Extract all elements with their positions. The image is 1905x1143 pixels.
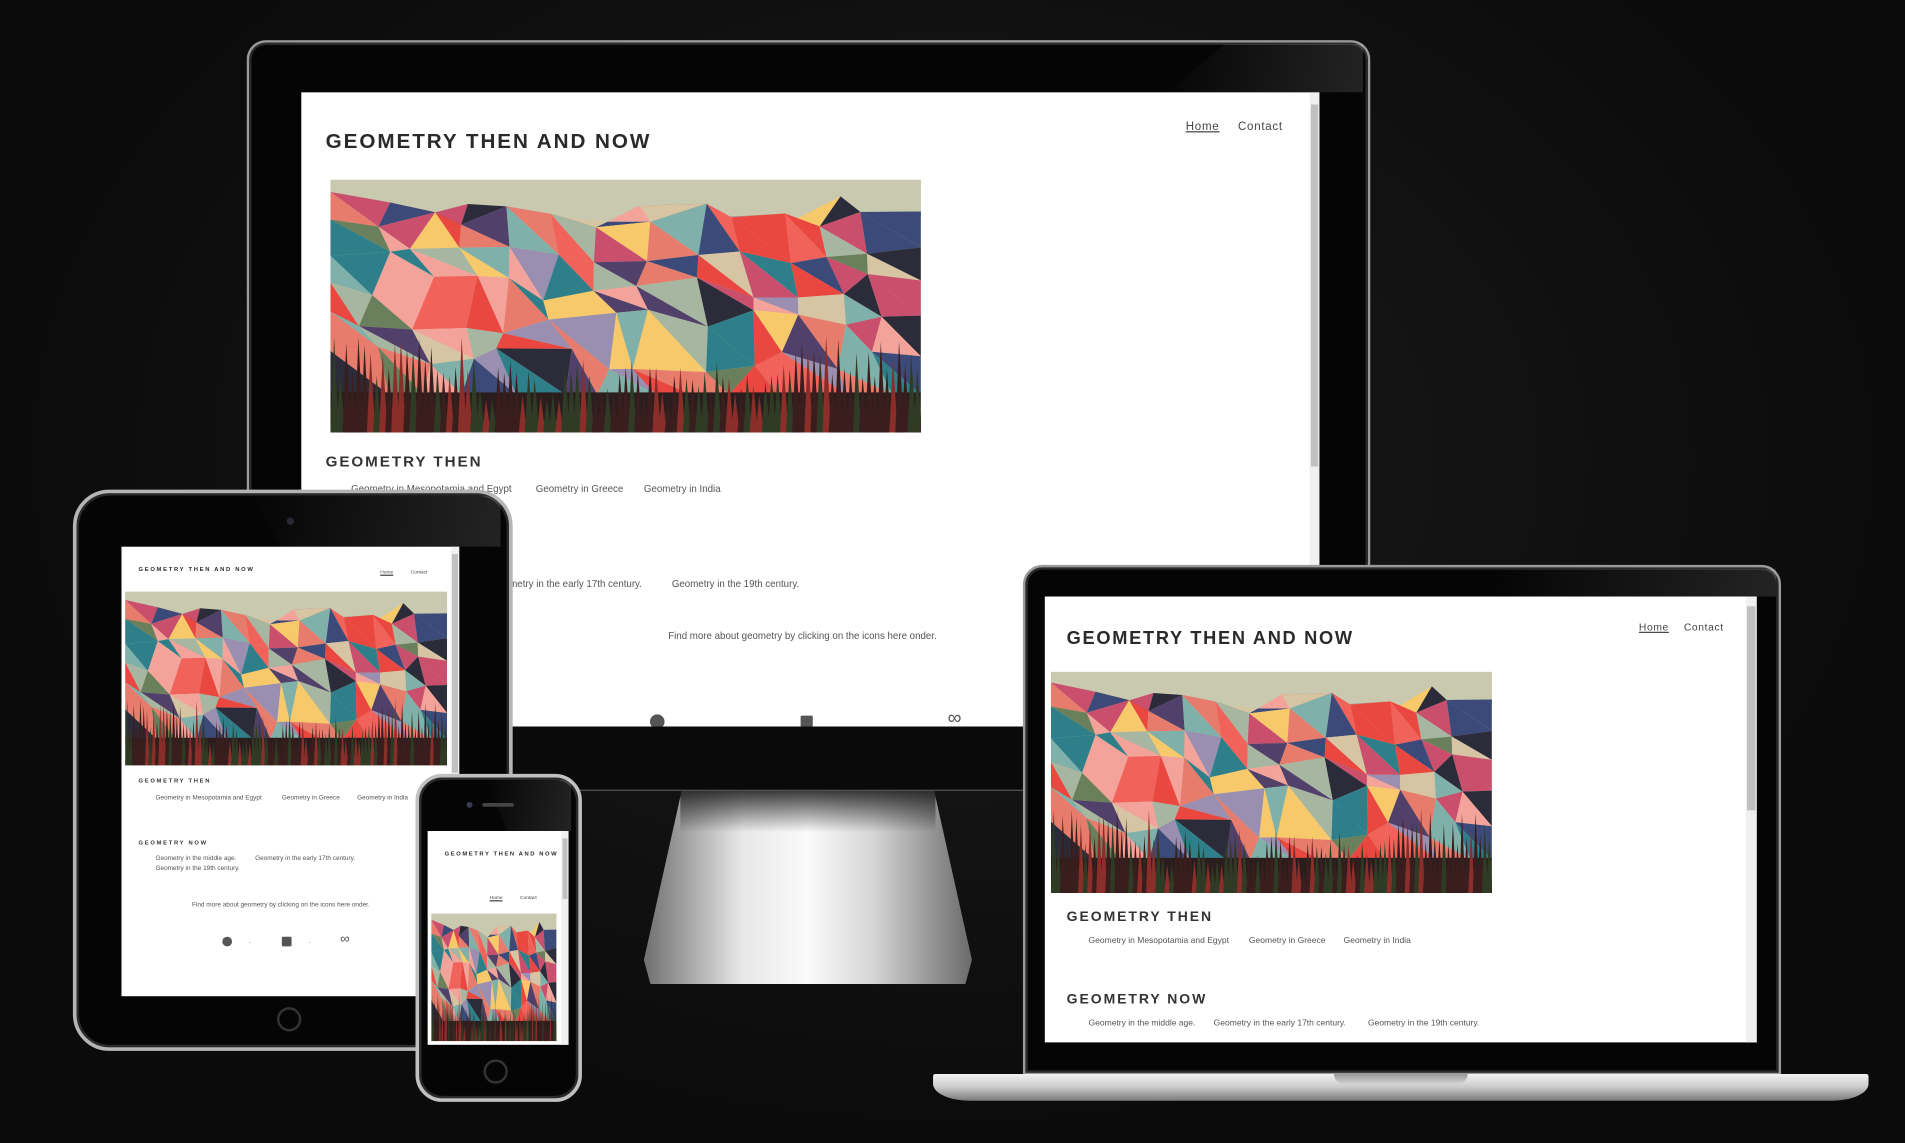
footer-text: Find more about geometry by clicking on … — [191, 901, 370, 909]
site-title[interactable]: GEOMETRY THEN AND NOW — [445, 852, 559, 858]
nav-contact-link[interactable]: Contact — [1238, 120, 1283, 133]
now-link-19th[interactable]: Geometry in the 19th century. — [672, 578, 799, 589]
nav-home-link[interactable]: Home — [490, 894, 503, 900]
site-title[interactable]: GEOMETRY THEN AND NOW — [138, 567, 254, 573]
tablet-home-button[interactable] — [276, 1007, 302, 1032]
infinity-icon[interactable]: ∞ — [340, 932, 350, 946]
laptop-screen: GEOMETRY THEN AND NOW Home Contact GEOME… — [1044, 596, 1757, 1043]
geometry-now-heading: GEOMETRY NOW — [138, 840, 208, 847]
now-link-17th[interactable]: Geometry in the early 17th century. — [491, 578, 642, 589]
tablet-screen: GEOMETRY THEN AND NOW Home Contact GEOME… — [121, 546, 460, 997]
hero-painting — [330, 179, 921, 433]
nav-home-link[interactable]: Home — [1186, 120, 1220, 133]
hero-painting — [431, 913, 557, 1042]
separator-dot: . — [249, 937, 252, 946]
now-link-middle-age[interactable]: Geometry in the middle age. — [156, 855, 237, 862]
phone-camera — [466, 801, 473, 808]
then-link-india[interactable]: Geometry in India — [644, 484, 721, 495]
now-link-19th[interactable]: Geometry in the 19th century. — [156, 865, 240, 872]
then-link-greece[interactable]: Geometry in Greece — [282, 795, 340, 802]
geometry-now-heading: GEOMETRY NOW — [1066, 992, 1208, 1008]
square-icon[interactable] — [800, 715, 813, 727]
separator-dot: . — [308, 937, 311, 946]
nav-home-link[interactable]: Home — [380, 569, 393, 575]
square-icon[interactable] — [281, 936, 292, 947]
nav-contact-link[interactable]: Contact — [520, 894, 537, 900]
then-link-greece[interactable]: Geometry in Greece — [536, 484, 624, 495]
now-link-17th[interactable]: Geometry in the early 17th century. — [255, 855, 355, 862]
site-title[interactable]: GEOMETRY THEN AND NOW — [326, 130, 652, 154]
phone-home-button[interactable] — [483, 1059, 508, 1084]
scrollbar[interactable] — [561, 830, 569, 1045]
circle-icon[interactable] — [222, 936, 233, 947]
phone-speaker — [482, 803, 514, 807]
hero-painting — [1050, 671, 1492, 893]
now-link-middle-age[interactable]: Geometry in the middle age. — [1089, 1019, 1196, 1028]
laptop-notch — [1333, 1073, 1468, 1084]
nav-contact-link[interactable]: Contact — [411, 569, 428, 575]
device-mockup-scene: GEOMETRY THEN AND NOW Home Contact GEOME… — [0, 0, 1905, 1143]
footer-text: Find more about geometry by clicking on … — [668, 630, 937, 642]
then-link-india[interactable]: Geometry in India — [1344, 937, 1411, 946]
circle-icon[interactable] — [649, 714, 665, 727]
scrollbar[interactable] — [1745, 596, 1757, 1043]
hero-painting — [125, 591, 448, 766]
infinity-icon[interactable]: ∞ — [948, 709, 962, 727]
tablet-camera — [286, 517, 295, 525]
nav-contact-link[interactable]: Contact — [1684, 621, 1724, 633]
geometry-then-heading: GEOMETRY THEN — [138, 778, 212, 785]
now-link-19th[interactable]: Geometry in the 19th century. — [1368, 1019, 1479, 1028]
nav-home-link[interactable]: Home — [1639, 621, 1669, 633]
geometry-then-heading: GEOMETRY THEN — [325, 453, 483, 471]
phone-screen: GEOMETRY THEN AND NOW Home Contact — [427, 830, 569, 1045]
site-title[interactable]: GEOMETRY THEN AND NOW — [1067, 628, 1354, 649]
now-link-17th[interactable]: Geometry in the early 17th century. — [1214, 1019, 1346, 1028]
then-link-mesopotamia[interactable]: Geometry in Mesopotamia and Egypt — [156, 795, 262, 802]
then-link-greece[interactable]: Geometry in Greece — [1249, 937, 1326, 946]
geometry-then-heading: GEOMETRY THEN — [1066, 909, 1214, 925]
then-link-mesopotamia[interactable]: Geometry in Mesopotamia and Egypt — [1089, 937, 1229, 946]
then-link-india[interactable]: Geometry in India — [357, 795, 408, 802]
